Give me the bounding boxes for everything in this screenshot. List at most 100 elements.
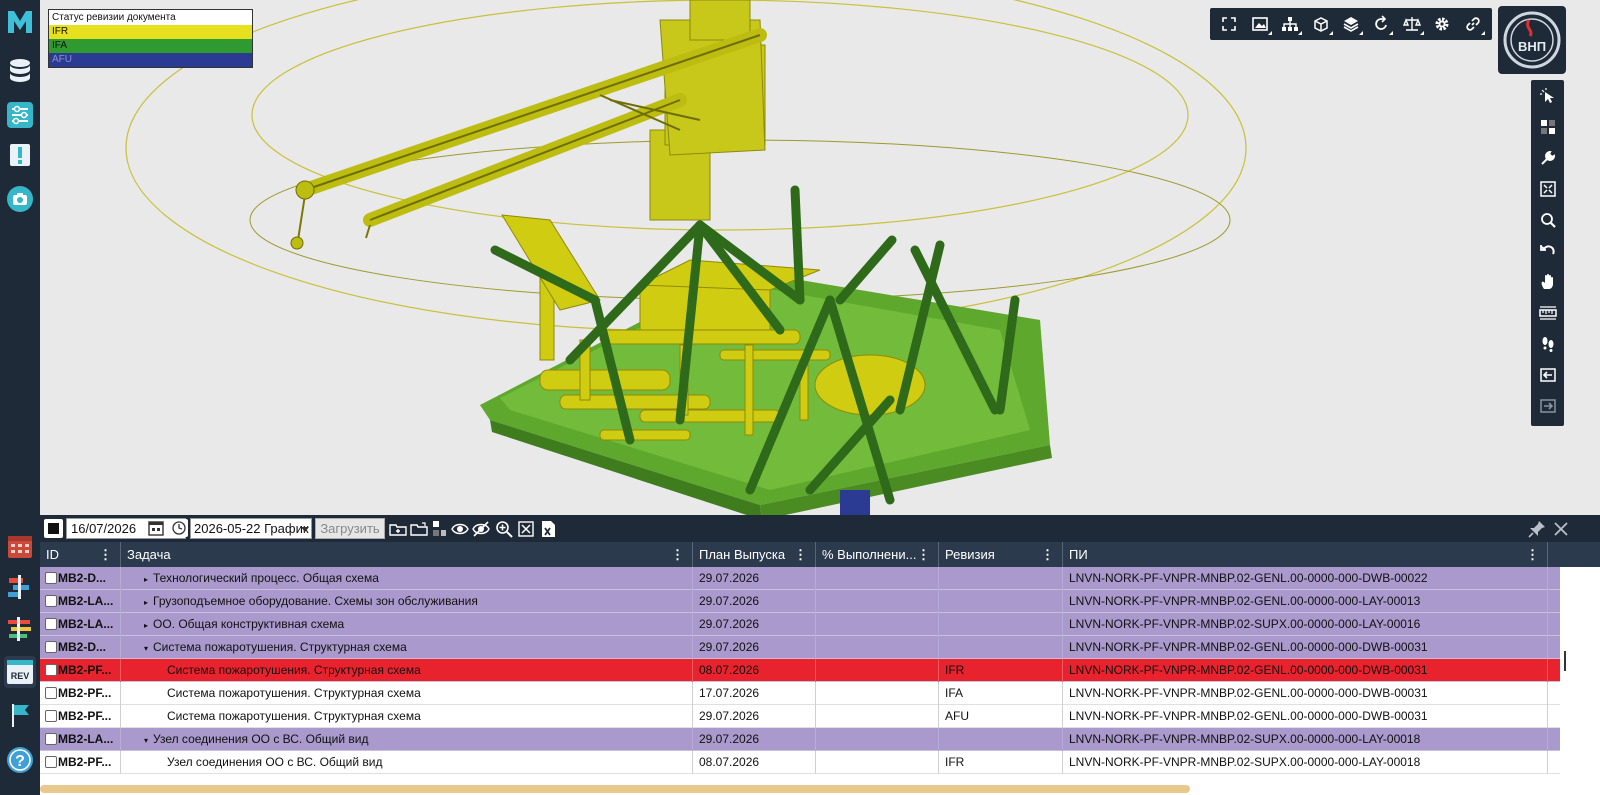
column-menu-icon[interactable]: ⋮ (1041, 542, 1054, 567)
cube-icon[interactable] (1308, 11, 1334, 37)
table-row[interactable]: MB2-PF... Система пожаротушения. Структур… (40, 705, 1560, 728)
column-menu-icon[interactable]: ⋮ (1526, 542, 1539, 567)
add-folder-icon[interactable] (388, 519, 408, 539)
scale-icon[interactable] (1399, 11, 1425, 37)
timeline-icon[interactable] (4, 613, 36, 645)
expand-icon[interactable]: ▸ (144, 614, 153, 636)
hierarchy-icon[interactable] (1277, 11, 1303, 37)
zoom-search-icon[interactable] (1535, 207, 1561, 233)
table-row[interactable]: MB2-LA... ▸ Грузоподъемное оборудование. С… (40, 590, 1560, 613)
horizontal-scrollbar[interactable] (40, 785, 1190, 793)
camera-icon[interactable] (4, 183, 36, 215)
app-logo-icon[interactable] (4, 5, 36, 37)
zoom-in-icon[interactable] (494, 519, 514, 539)
row-checkbox[interactable] (45, 641, 57, 653)
collapse-icon[interactable]: ▾ (144, 637, 153, 659)
column-header-plan[interactable]: План Выпуска ⋮ (693, 542, 816, 567)
enter-icon[interactable] (1535, 362, 1561, 388)
column-header-pi[interactable]: ПИ ⋮ (1063, 542, 1548, 567)
cell-rev (939, 636, 1063, 659)
cell-plan: 08.07.2026 (693, 751, 816, 774)
table-row[interactable]: MB2-D... ▾ Система пожаротушения. Структур… (40, 636, 1560, 659)
hide-icon[interactable] (471, 519, 491, 539)
row-checkbox[interactable] (45, 664, 57, 676)
column-header-label: План Выпуска (699, 547, 786, 562)
row-checkbox[interactable] (45, 572, 57, 584)
collapse-icon[interactable]: ▾ (144, 729, 153, 751)
row-checkbox[interactable] (45, 618, 57, 630)
column-header-task[interactable]: Задача ⋮ (121, 542, 693, 567)
vertical-scrollbar[interactable] (1561, 567, 1567, 793)
table-row[interactable]: MB2-PF... Система пожаротушения. Структур… (40, 659, 1560, 682)
vertical-scrollbar-thumb[interactable] (1564, 651, 1566, 671)
fullscreen-icon[interactable] (1216, 11, 1242, 37)
help-icon[interactable]: ? (4, 744, 36, 776)
date-input[interactable]: 16/07/2026 (66, 518, 186, 539)
cell-rev: IFR (939, 751, 1063, 774)
row-checkbox[interactable] (45, 687, 57, 699)
undo-icon[interactable] (1535, 238, 1561, 264)
hand-icon[interactable] (1535, 269, 1561, 295)
column-menu-icon[interactable]: ⋮ (794, 542, 807, 567)
revision-icon[interactable]: REV (4, 656, 36, 688)
grid-icon[interactable] (1535, 114, 1561, 140)
row-checkbox[interactable] (45, 733, 57, 745)
3d-viewport[interactable]: Статус ревизии документа IFR IFA AFU (40, 0, 1600, 525)
expand-icon[interactable]: ▸ (144, 568, 153, 590)
clock-button[interactable] (170, 519, 188, 537)
clear-filter-icon[interactable] (516, 519, 536, 539)
row-checkbox[interactable] (45, 756, 57, 768)
open-folder-icon[interactable] (409, 519, 429, 539)
task-name: Система пожаротушения. Структурная схема (153, 640, 407, 654)
flag-icon[interactable] (4, 699, 36, 731)
expand-icon[interactable]: ▸ (144, 591, 153, 613)
stop-button[interactable] (44, 519, 63, 538)
pin-icon[interactable] (1528, 520, 1546, 538)
row-checkbox[interactable] (45, 710, 57, 722)
cell-id: MB2-PF... (40, 659, 121, 682)
image-icon[interactable] (1247, 11, 1273, 37)
cell-pi: LNVN-NORK-PF-VNPR-MNBP.02-GENL.00-0000-0… (1063, 636, 1548, 659)
column-header-percent[interactable]: % Выполнени... ⋮ (816, 542, 939, 567)
column-menu-icon[interactable]: ⋮ (917, 542, 930, 567)
table-row[interactable]: MB2-LA... ▸ ОО. Общая конструктивная схема… (40, 613, 1560, 636)
show-icon[interactable] (450, 519, 470, 539)
gantt-icon[interactable] (4, 571, 36, 603)
fit-view-icon[interactable] (1535, 176, 1561, 202)
calendar-picker-icon[interactable] (148, 520, 164, 536)
rotate-icon[interactable] (1368, 11, 1394, 37)
select-icon[interactable] (1535, 83, 1561, 109)
table-row[interactable]: MB2-LA... ▾ Узел соединения ОО с ВС. Общий… (40, 728, 1560, 751)
column-menu-icon[interactable]: ⋮ (671, 542, 684, 567)
column-menu-icon[interactable]: ⋮ (99, 542, 112, 567)
cell-task: ▸ Грузоподъемное оборудование. Схемы зон … (121, 590, 693, 613)
gear-icon[interactable] (1429, 11, 1455, 37)
table-row[interactable]: MB2-PF... Узел соединения ОО с ВС. Общий … (40, 751, 1560, 774)
left-sidebar: REV ? (0, 0, 40, 795)
load-button[interactable]: Загрузить (315, 518, 385, 539)
table-row[interactable]: MB2-PF... Система пожаротушения. Структур… (40, 682, 1560, 705)
walk-icon[interactable] (1535, 331, 1561, 357)
measure-icon[interactable] (1535, 300, 1561, 326)
exit-icon[interactable] (1535, 393, 1561, 419)
export-excel-icon[interactable] (538, 519, 558, 539)
sliders-icon[interactable] (4, 99, 36, 131)
wrench-icon[interactable] (1535, 145, 1561, 171)
cell-pct (816, 636, 939, 659)
row-checkbox[interactable] (45, 595, 57, 607)
color-squares-icon[interactable] (428, 519, 448, 539)
cell-rev (939, 590, 1063, 613)
cell-id: MB2-LA... (40, 728, 121, 751)
layers-icon[interactable] (1338, 11, 1364, 37)
cell-plan: 29.07.2026 (693, 567, 816, 590)
schedule-select[interactable]: 2026-05-22 График (190, 518, 312, 539)
table-row[interactable]: MB2-D... ▸ Технологический процесс. Общая … (40, 567, 1560, 590)
cell-pi: LNVN-NORK-PF-VNPR-MNBP.02-SUPX.00-0000-0… (1063, 728, 1548, 751)
calendar-icon[interactable] (4, 530, 36, 562)
close-panel-icon[interactable] (1552, 520, 1570, 538)
database-icon[interactable] (4, 55, 36, 87)
exclamation-icon[interactable] (4, 140, 36, 172)
column-header-id[interactable]: ID ⋮ (40, 542, 121, 567)
link-icon[interactable] (1460, 11, 1486, 37)
column-header-revision[interactable]: Ревизия ⋮ (939, 542, 1063, 567)
